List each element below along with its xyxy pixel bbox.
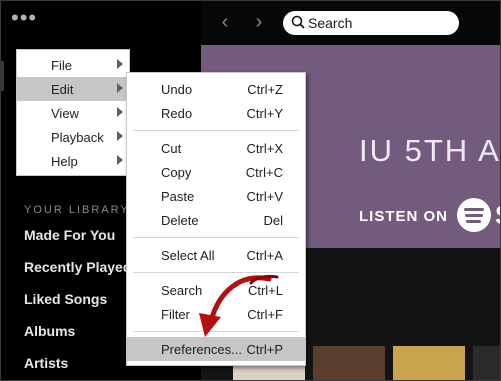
search-input[interactable]: Search	[283, 11, 459, 35]
menu-item-cut[interactable]: Cut Ctrl+X	[127, 136, 305, 160]
menu-item-delete[interactable]: Delete Del	[127, 208, 305, 232]
spotify-logo-icon	[457, 198, 491, 232]
listen-on-label: LISTEN ON	[359, 208, 449, 225]
library-label: YOUR LIBRARY	[24, 204, 130, 216]
submenu-arrow-icon	[117, 83, 123, 93]
menu-item-shortcut: Ctrl+V	[246, 189, 283, 204]
menu-item-shortcut: Ctrl+C	[245, 165, 283, 180]
chevron-right-icon[interactable]: ›	[249, 11, 269, 35]
sidebar-item-made-for-you[interactable]: Made For You	[24, 227, 115, 243]
submenu-arrow-icon	[117, 59, 123, 69]
menu-dots-icon[interactable]: •••	[11, 7, 51, 31]
menu-item-label: Help	[51, 154, 78, 169]
menu-item-label: Edit	[51, 82, 74, 97]
menu-item-label: Preferences...	[161, 342, 242, 357]
menu-separator	[133, 237, 299, 238]
menu-item-help[interactable]: Help	[17, 149, 129, 173]
submenu-arrow-icon	[117, 131, 123, 141]
menu-item-undo[interactable]: Undo Ctrl+Z	[127, 77, 305, 101]
menu-item-copy[interactable]: Copy Ctrl+C	[127, 160, 305, 184]
menu-item-redo[interactable]: Redo Ctrl+Y	[127, 101, 305, 125]
submenu-arrow-icon	[117, 107, 123, 117]
menu-item-select-all[interactable]: Select All Ctrl+A	[127, 243, 305, 267]
banner-title: IU 5TH A	[359, 133, 501, 168]
menu-item-label: Undo	[161, 82, 193, 97]
menu-separator	[133, 130, 299, 131]
menu-item-shortcut: Ctrl+A	[246, 248, 283, 263]
menu-item-label: Playback	[51, 130, 104, 145]
spotify-wordmark-fragment: S	[495, 200, 500, 231]
menu-item-label: Paste	[161, 189, 195, 204]
sidebar-item-liked-songs[interactable]: Liked Songs	[24, 291, 107, 307]
chevron-left-icon[interactable]: ‹	[215, 11, 235, 35]
search-icon	[291, 15, 305, 29]
main-menu: File Edit View Playback Help	[16, 49, 130, 176]
menu-item-label: View	[51, 106, 79, 121]
app-window: ••• YOUR LIBRARY Made For You Recently P…	[0, 0, 501, 381]
menu-item-label: Delete	[161, 213, 199, 228]
menu-item-shortcut: Del	[263, 213, 283, 228]
menu-item-label: Cut	[161, 141, 182, 156]
submenu-arrow-icon	[117, 155, 123, 165]
menu-item-playback[interactable]: Playback	[17, 125, 129, 149]
active-indicator	[1, 61, 4, 91]
menu-item-shortcut: Ctrl+X	[246, 141, 283, 156]
menu-item-label: Copy	[161, 165, 192, 180]
menu-item-view[interactable]: View	[17, 101, 129, 125]
album-thumbnail[interactable]	[393, 346, 465, 380]
sidebar-item-artists[interactable]: Artists	[24, 355, 68, 371]
menu-item-shortcut: Ctrl+P	[246, 342, 283, 357]
menu-item-file[interactable]: File	[17, 53, 129, 77]
sidebar-item-albums[interactable]: Albums	[24, 323, 75, 339]
menu-item-label: Select All	[161, 248, 215, 263]
search-placeholder: Search	[308, 15, 353, 31]
menu-item-shortcut: Ctrl+Z	[247, 82, 283, 97]
album-thumbnail[interactable]	[473, 346, 500, 380]
menu-item-edit[interactable]: Edit	[17, 77, 129, 101]
top-bar: ‹ › Search	[201, 1, 500, 45]
menu-item-shortcut: Ctrl+Y	[246, 106, 283, 121]
menu-item-paste[interactable]: Paste Ctrl+V	[127, 184, 305, 208]
annotation-arrow-icon	[199, 275, 279, 337]
menu-item-label: Redo	[161, 106, 193, 121]
sidebar-item-recently-played[interactable]: Recently Played	[24, 259, 131, 275]
menu-item-label: File	[51, 58, 72, 73]
album-thumbnail[interactable]	[313, 346, 385, 380]
